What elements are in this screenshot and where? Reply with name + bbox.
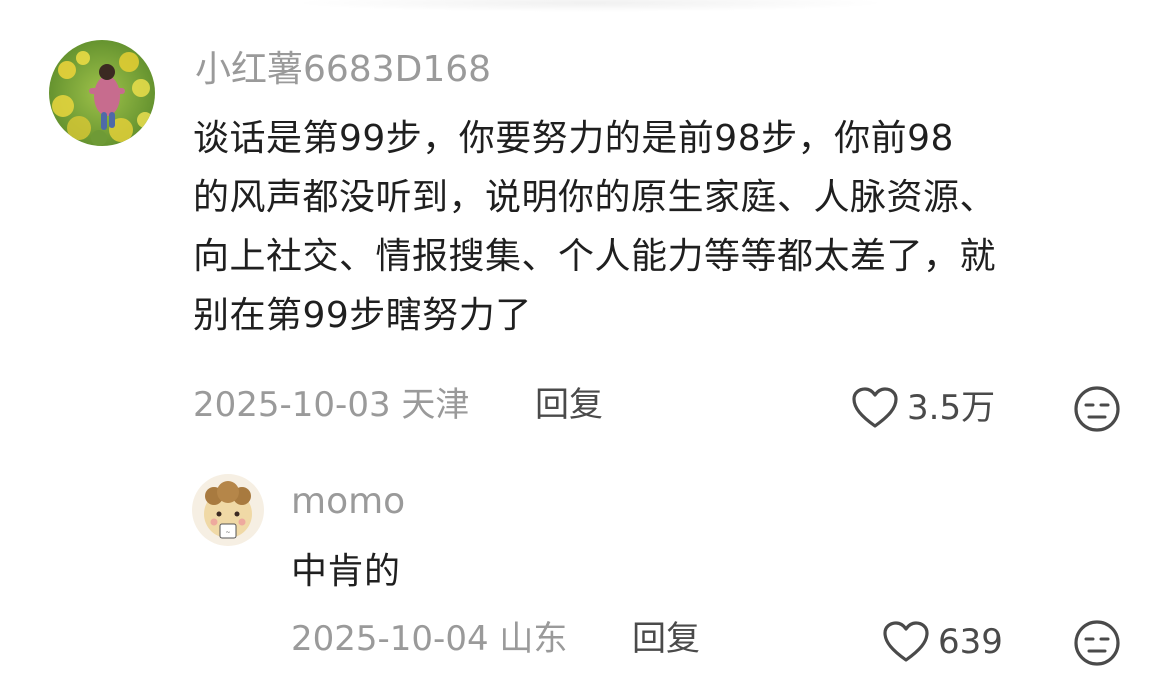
reply-button[interactable]: 回复 [632,622,700,656]
comment-date: 2025-10-04 [291,619,489,659]
comment-meta: 2025-10-04 山东 [291,622,567,656]
meh-face-icon [1074,620,1120,666]
comment-text: 中肯的 [291,551,401,592]
comment-text-line: 谈话是第99步，你要努力的是前98步，你前98 [193,118,954,159]
comment-text-line: 向上社交、情报搜集、个人能力等等都太差了，就 [193,236,997,277]
comment-location: 天津 [401,385,470,425]
comment-item: 小红薯6683D168 谈话是第99步，你要努力的是前98步，你前98 的风声都… [0,0,1169,450]
svg-text:~: ~ [225,529,230,536]
like-button[interactable]: 639 [882,620,1003,664]
avatar[interactable]: ~ [192,474,264,546]
reply-comment-item: ~ momo 中肯的 2025-10-04 山东 回复 639 [0,450,1169,697]
meh-face-icon [1074,386,1120,432]
comment-text: 谈话是第99步，你要努力的是前98步，你前98 的风声都没听到，说明你的原生家庭… [193,109,996,345]
avatar[interactable] [49,40,155,146]
username[interactable]: momo [291,484,405,520]
comment-date: 2025-10-03 [193,385,391,425]
like-button[interactable]: 3.5万 [851,386,995,430]
comment-location: 山东 [499,619,568,659]
dislike-button[interactable] [1073,385,1121,437]
dislike-button[interactable] [1073,619,1121,671]
comment-text-line: 别在第99步瞎努力了 [193,295,532,336]
comment-text-line: 的风声都没听到，说明你的原生家庭、人脉资源、 [193,177,997,218]
like-count: 3.5万 [907,388,996,428]
heart-icon [852,387,898,428]
reply-button[interactable]: 回复 [535,388,603,422]
comment-meta: 2025-10-03 天津 [193,388,469,422]
like-count: 639 [938,622,1003,662]
username[interactable]: 小红薯6683D168 [195,52,491,88]
heart-icon [883,621,929,662]
